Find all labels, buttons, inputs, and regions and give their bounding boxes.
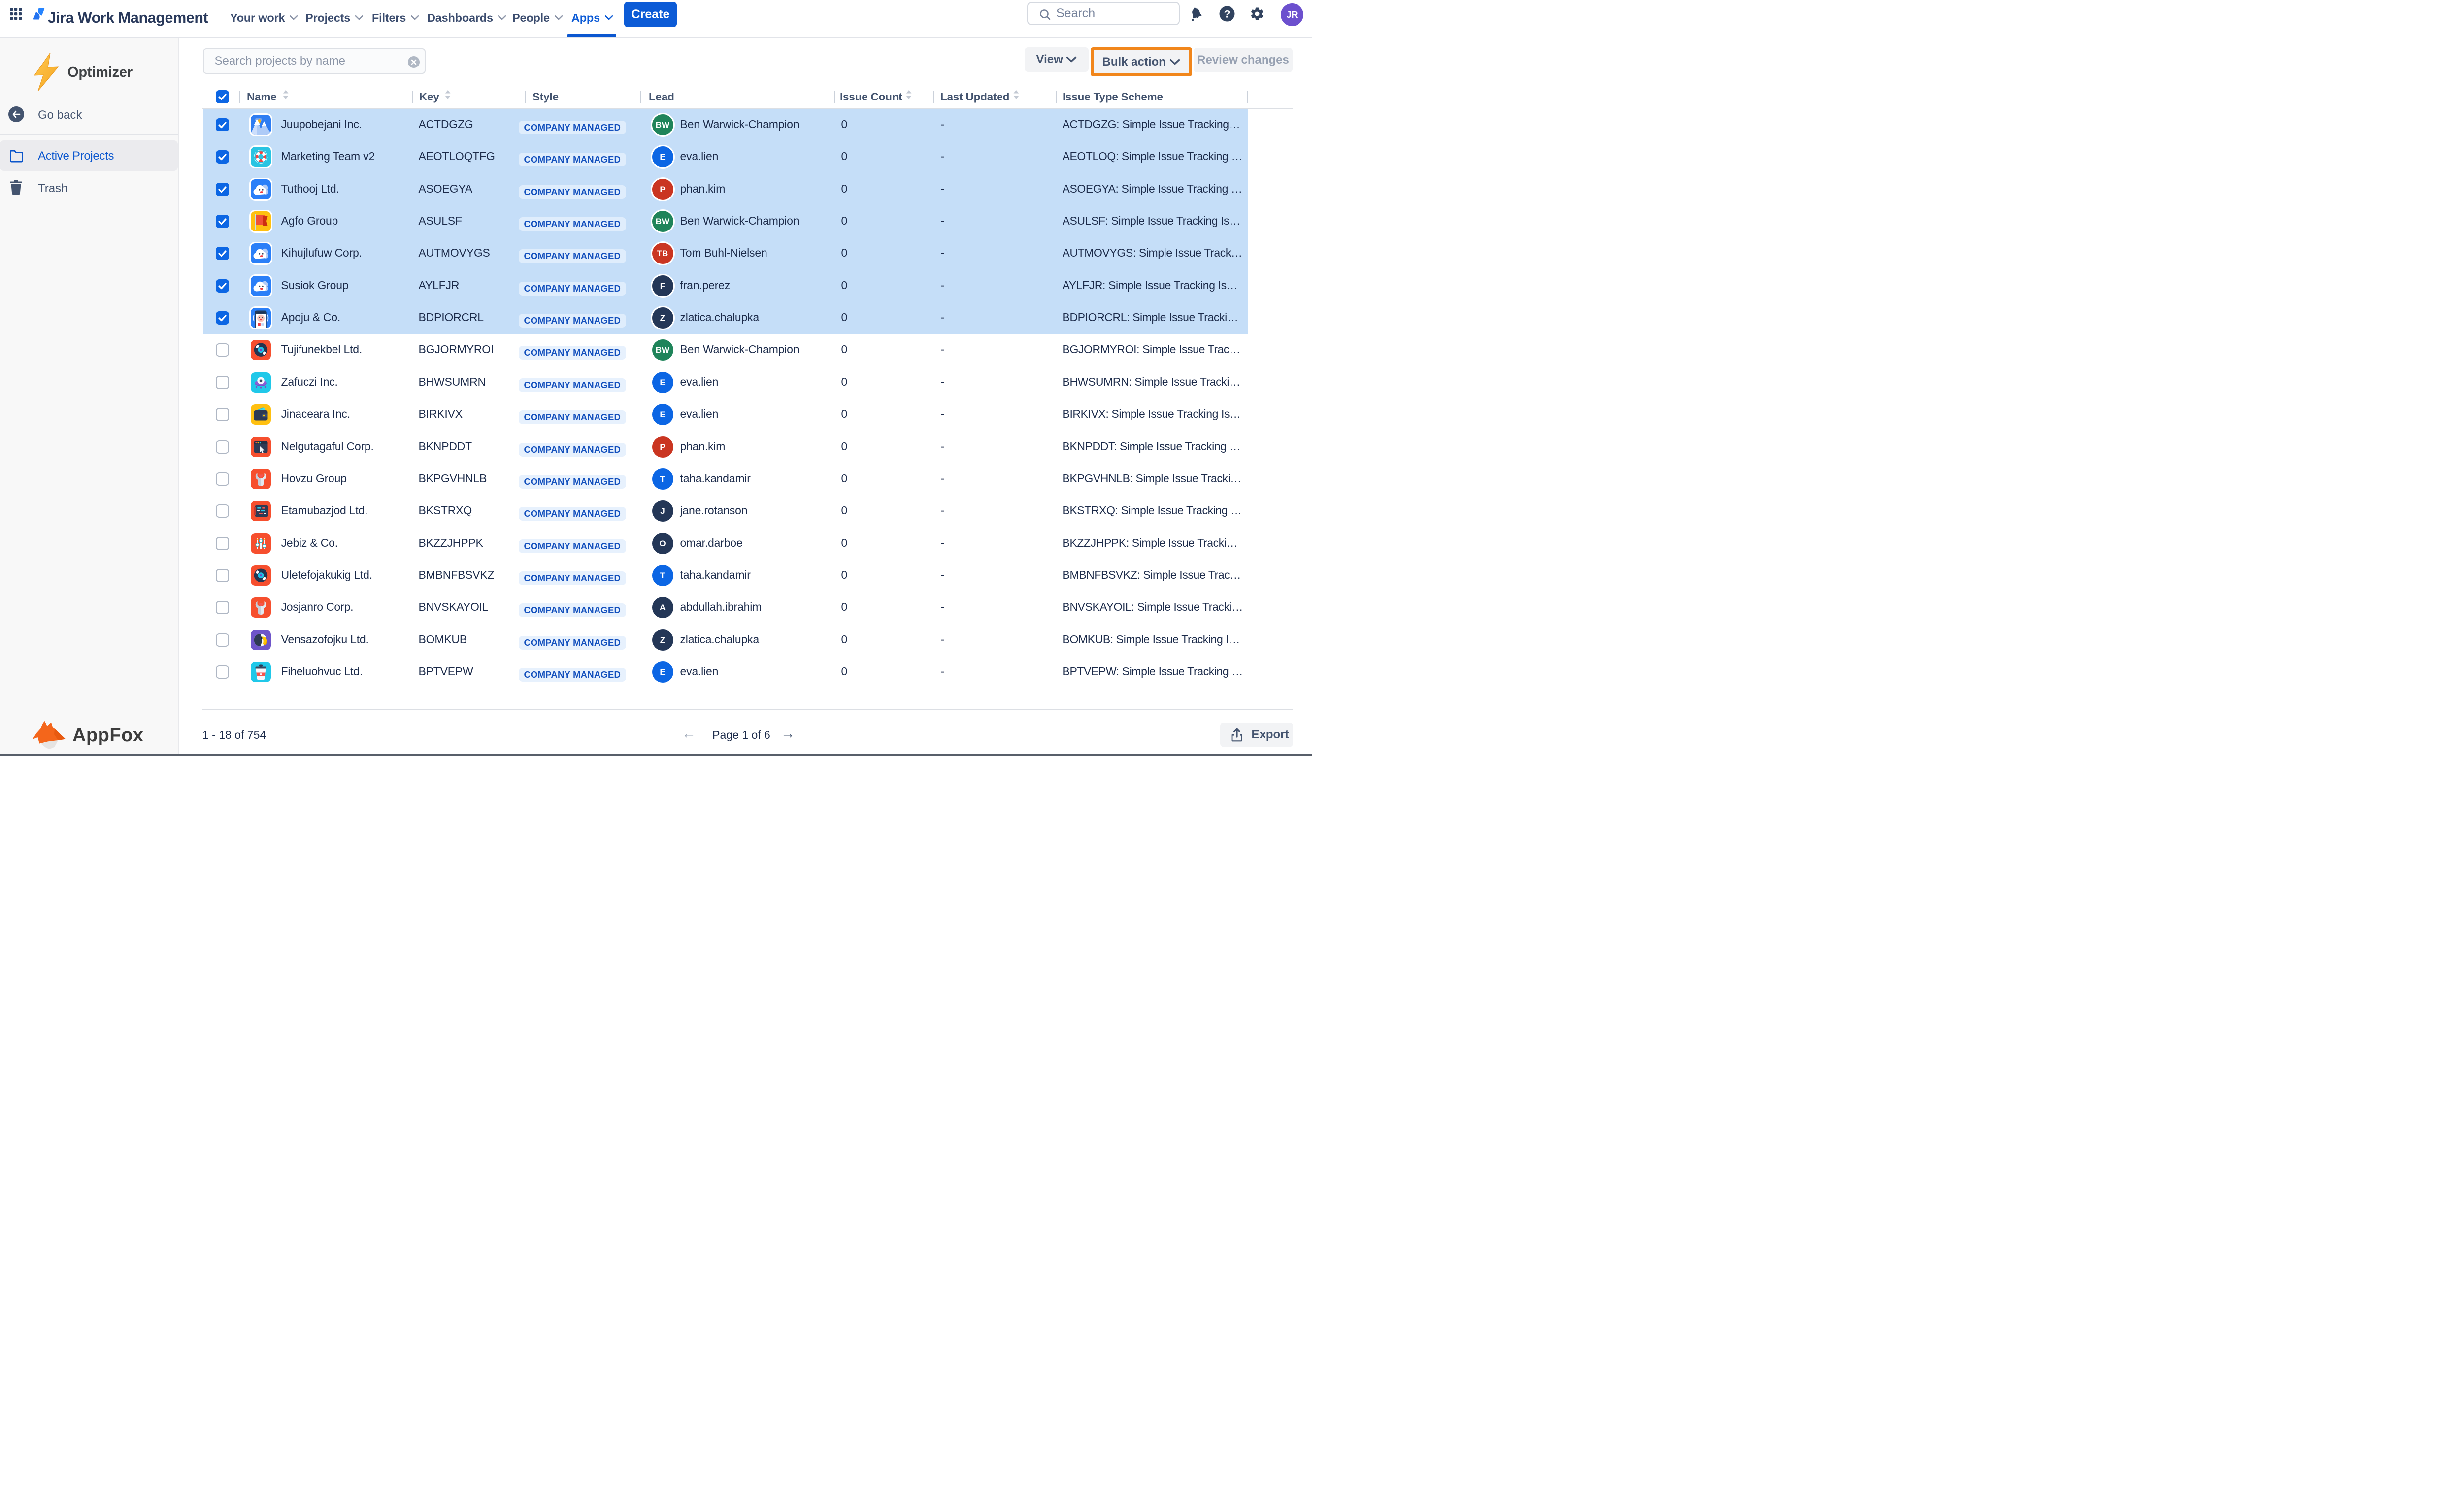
svg-text:?: ? [1224, 9, 1231, 20]
